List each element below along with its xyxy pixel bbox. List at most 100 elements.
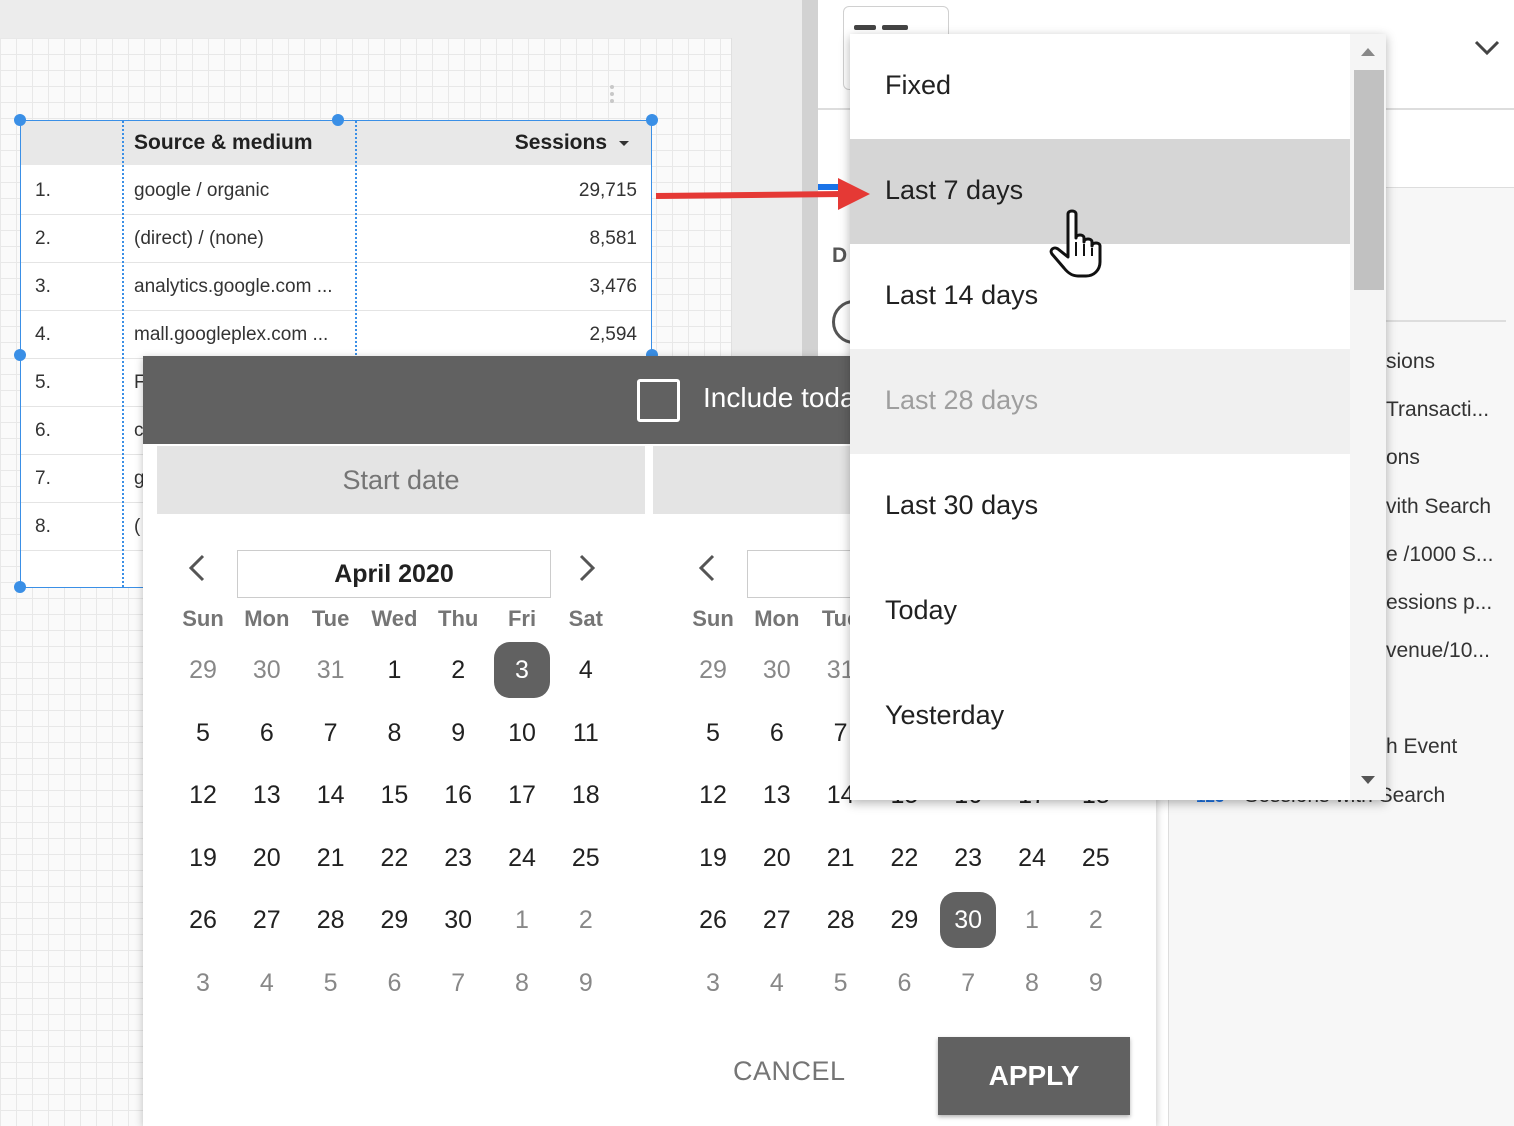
calendar-day[interactable]: 29 (685, 642, 741, 698)
calendar-day[interactable]: 1 (366, 642, 422, 698)
calendar-day[interactable]: 24 (1004, 830, 1060, 886)
field-item[interactable]: sions (1386, 350, 1435, 374)
calendar-day[interactable]: 29 (175, 642, 231, 698)
month-selector[interactable]: April 2020 (237, 550, 551, 598)
column-header-source[interactable]: Source & medium (134, 131, 313, 155)
calendar-day[interactable]: 27 (749, 892, 805, 948)
calendar-day[interactable]: 29 (366, 892, 422, 948)
table-row[interactable]: 1. google / organic 29,715 (21, 167, 651, 215)
calendar-day[interactable]: 27 (239, 892, 295, 948)
calendar-day[interactable]: 2 (430, 642, 486, 698)
calendar-day[interactable]: 18 (558, 767, 614, 823)
resize-handle[interactable] (14, 581, 26, 593)
resize-handle[interactable] (332, 114, 344, 126)
calendar-day[interactable]: 8 (1004, 955, 1060, 1011)
calendar-day[interactable]: 12 (685, 767, 741, 823)
calendar-day[interactable]: 26 (685, 892, 741, 948)
calendar-day[interactable]: 4 (749, 955, 805, 1011)
calendar-day[interactable]: 9 (430, 705, 486, 761)
calendar-day[interactable]: 7 (430, 955, 486, 1011)
calendar-day[interactable]: 20 (239, 830, 295, 886)
calendar-day[interactable]: 19 (685, 830, 741, 886)
apply-button[interactable]: APPLY (938, 1037, 1130, 1115)
sort-descending-icon[interactable] (619, 141, 629, 146)
calendar-day[interactable]: 7 (940, 955, 996, 1011)
chevron-left-icon[interactable] (691, 550, 727, 586)
field-item[interactable]: essions p... (1386, 591, 1492, 615)
field-item[interactable]: h Event (1386, 735, 1457, 759)
tab-start-date[interactable]: Start date (157, 446, 645, 514)
dropdown-option[interactable]: Fixed (850, 34, 1350, 139)
cancel-button[interactable]: CANCEL (733, 1056, 846, 1087)
field-item[interactable]: Transacti... (1386, 398, 1489, 422)
calendar-day[interactable]: 8 (494, 955, 550, 1011)
calendar-day[interactable]: 9 (1068, 955, 1124, 1011)
column-divider[interactable] (122, 121, 124, 587)
calendar-day[interactable]: 17 (494, 767, 550, 823)
chevron-right-icon[interactable] (569, 550, 605, 586)
table-row[interactable]: 3. analytics.google.com ... 3,476 (21, 263, 651, 311)
calendar-day[interactable]: 2 (558, 892, 614, 948)
calendar-day[interactable]: 8 (366, 705, 422, 761)
calendar-day[interactable]: 24 (494, 830, 550, 886)
calendar-day[interactable]: 16 (430, 767, 486, 823)
field-item[interactable]: vith Search (1386, 495, 1491, 519)
calendar-day[interactable]: 12 (175, 767, 231, 823)
table-row[interactable]: 2. (direct) / (none) 8,581 (21, 215, 651, 263)
chevron-left-icon[interactable] (181, 550, 217, 586)
field-item[interactable]: e /1000 S... (1386, 543, 1493, 567)
calendar-day[interactable]: 3 (685, 955, 741, 1011)
calendar-day[interactable]: 28 (813, 892, 869, 948)
dropdown-option[interactable]: Last 30 days (850, 454, 1350, 559)
field-item[interactable]: venue/10... (1386, 639, 1490, 663)
calendar-day[interactable]: 5 (303, 955, 359, 1011)
calendar-day[interactable]: 15 (366, 767, 422, 823)
calendar-day[interactable]: 23 (430, 830, 486, 886)
calendar-day[interactable]: 14 (303, 767, 359, 823)
calendar-day[interactable]: 4 (239, 955, 295, 1011)
calendar-day[interactable]: 26 (175, 892, 231, 948)
calendar-day[interactable]: 3 (494, 642, 550, 698)
include-today-checkbox[interactable] (637, 379, 680, 422)
scrollbar-thumb[interactable] (1354, 70, 1384, 290)
calendar-day[interactable]: 6 (749, 705, 805, 761)
calendar-day[interactable]: 9 (558, 955, 614, 1011)
calendar-day[interactable]: 30 (430, 892, 486, 948)
calendar-day[interactable]: 3 (175, 955, 231, 1011)
dropdown-option[interactable]: Yesterday (850, 664, 1350, 769)
calendar-day[interactable]: 5 (685, 705, 741, 761)
calendar-day[interactable]: 2 (1068, 892, 1124, 948)
chevron-down-icon[interactable] (1474, 34, 1500, 60)
calendar-day[interactable]: 23 (940, 830, 996, 886)
calendar-day[interactable]: 31 (303, 642, 359, 698)
calendar-day[interactable]: 13 (749, 767, 805, 823)
column-header-sessions[interactable]: Sessions (515, 131, 607, 155)
calendar-day[interactable]: 22 (876, 830, 932, 886)
calendar-day[interactable]: 1 (1004, 892, 1060, 948)
calendar-day[interactable]: 30 (239, 642, 295, 698)
calendar-day[interactable]: 5 (813, 955, 869, 1011)
dropdown-option[interactable]: Last 28 days (850, 349, 1350, 454)
calendar-day[interactable]: 4 (558, 642, 614, 698)
calendar-day[interactable]: 6 (366, 955, 422, 1011)
field-item[interactable]: ons (1386, 446, 1420, 470)
calendar-day[interactable]: 1 (494, 892, 550, 948)
scroll-down-arrow-icon[interactable] (1361, 776, 1375, 784)
calendar-day[interactable]: 21 (303, 830, 359, 886)
resize-handle[interactable] (14, 349, 26, 361)
calendar-day[interactable]: 30 (749, 642, 805, 698)
calendar-day[interactable]: 10 (494, 705, 550, 761)
calendar-day[interactable]: 13 (239, 767, 295, 823)
more-options-icon[interactable] (605, 83, 619, 111)
calendar-day[interactable]: 21 (813, 830, 869, 886)
scroll-up-arrow-icon[interactable] (1361, 48, 1375, 56)
calendar-day[interactable]: 30 (940, 892, 997, 948)
dropdown-option[interactable]: Today (850, 559, 1350, 664)
resize-handle[interactable] (14, 114, 26, 126)
calendar-day[interactable]: 6 (239, 705, 295, 761)
calendar-day[interactable]: 6 (876, 955, 932, 1011)
calendar-day[interactable]: 22 (366, 830, 422, 886)
calendar-day[interactable]: 20 (749, 830, 805, 886)
calendar-day[interactable]: 29 (876, 892, 932, 948)
include-today-label[interactable]: Include toda (703, 382, 856, 414)
